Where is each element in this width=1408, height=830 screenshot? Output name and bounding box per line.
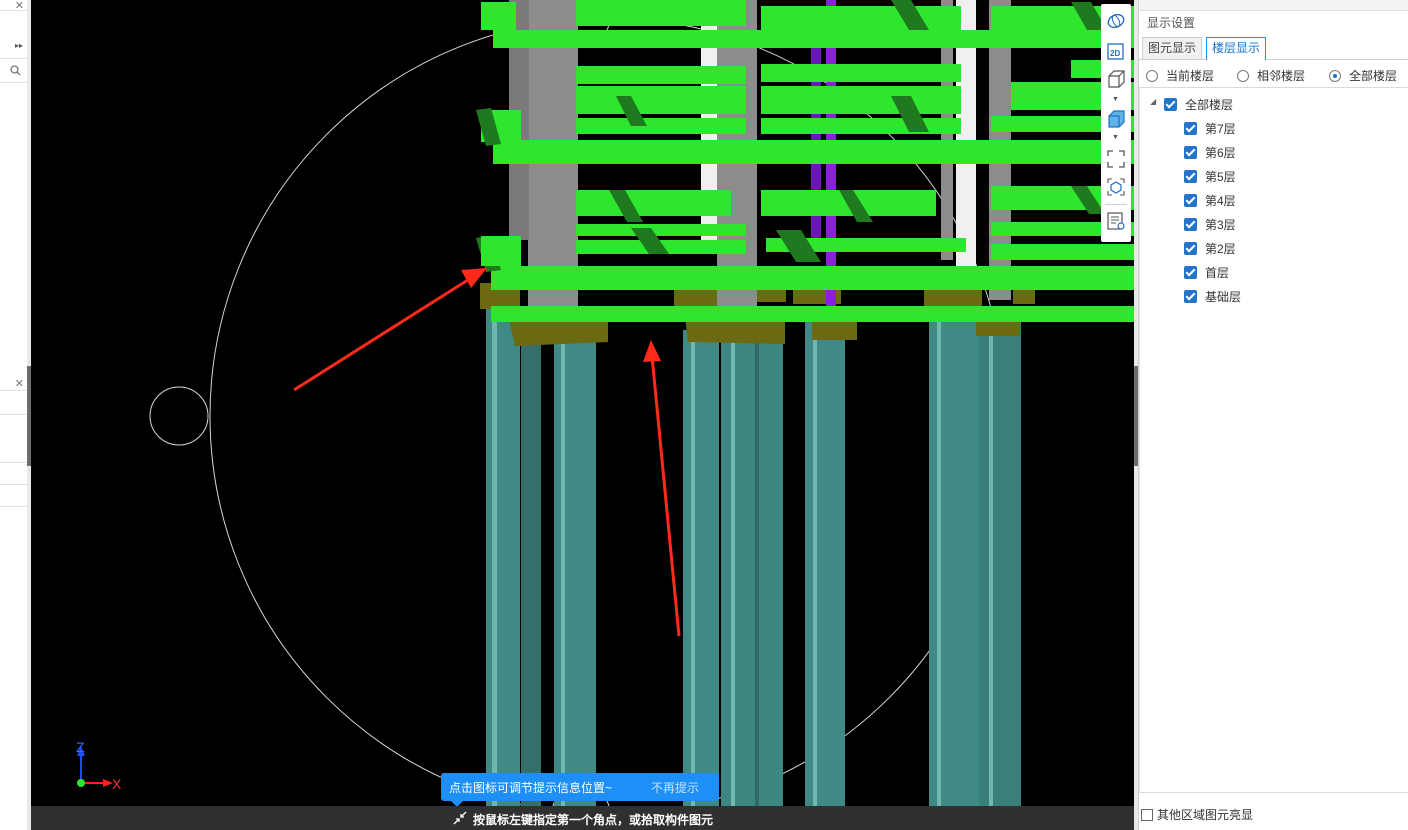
left-dock-panel: ✕ ▸▸ ✕ [0, 0, 28, 830]
tree-node-all-floors[interactable]: 全部楼层 [1164, 95, 1233, 113]
panel-title: 显示设置 [1147, 16, 1196, 30]
chevron-down-icon[interactable]: ▼ [1112, 134, 1119, 141]
tree-node-label: 第6层 [1205, 145, 1236, 160]
radio-dot-selected[interactable] [1329, 69, 1341, 82]
checkbox-checked[interactable] [1184, 193, 1197, 207]
piles [486, 300, 1021, 830]
floor-tree: ◢ 全部楼层 第7层 第6层 第5层 第4层 第3层 第2层 首层 基础层 [1139, 89, 1408, 793]
tree-node-label: 全部楼层 [1185, 97, 1234, 112]
radio-label: 当前楼层 [1166, 69, 1215, 83]
dynamic-observe-icon[interactable] [1105, 10, 1127, 32]
svg-text:2D: 2D [1110, 49, 1120, 58]
radio-current-floor[interactable]: 当前楼层 [1146, 67, 1214, 84]
tree-node-floor[interactable]: 第7层 [1184, 119, 1236, 137]
axis-x-label: X [112, 776, 122, 792]
tree-node-floor[interactable]: 第3层 [1184, 215, 1236, 233]
panel-top-strip [1139, 0, 1408, 11]
checkbox-checked[interactable] [1184, 265, 1197, 279]
dont-show-again-link[interactable]: 不再提示 [651, 779, 699, 796]
checkbox-checked[interactable] [1184, 145, 1197, 159]
radio-adjacent-floors[interactable]: 相邻楼层 [1237, 67, 1305, 84]
tip-message: 点击图标可调节提示信息位置~ [449, 781, 613, 795]
left-panel-header: ✕ [0, 0, 27, 12]
tree-node-floor[interactable]: 第6层 [1184, 143, 1236, 161]
checkbox-checked[interactable] [1184, 289, 1197, 303]
display-settings-panel: 显示设置 图元显示 楼层显示 当前楼层 相邻楼层 全部楼层 ◢ 全部楼层 第7层 [1138, 0, 1408, 830]
checkbox-checked[interactable] [1184, 217, 1197, 231]
tab-floor-display[interactable]: 楼层显示 [1206, 37, 1267, 60]
checkbox-checked[interactable] [1184, 121, 1197, 135]
left-panel-search[interactable] [0, 60, 27, 83]
left-panel-row[interactable]: ▸▸ [0, 36, 27, 59]
floor-mode-radio-group: 当前楼层 相邻楼层 全部楼层 [1139, 62, 1408, 88]
left-panel-header-2: ✕ [0, 378, 27, 391]
orbit-circle[interactable] [209, 17, 1007, 815]
left-panel-row[interactable] [0, 392, 27, 415]
tree-node-label: 第7层 [1205, 121, 1236, 136]
tree-node-floor[interactable]: 第2层 [1184, 239, 1236, 257]
tab-element-display[interactable]: 图元显示 [1142, 37, 1203, 59]
status-hint-text: 按鼠标左键指定第一个角点，或拾取构件图元 [473, 813, 714, 827]
search-icon[interactable] [10, 65, 21, 76]
tree-node-label: 第2层 [1205, 241, 1236, 256]
checkbox-checked[interactable] [1184, 169, 1197, 183]
tree-node-label: 第5层 [1205, 169, 1236, 184]
left-panel-row[interactable] [0, 462, 27, 485]
checkbox-checked[interactable] [1184, 241, 1197, 255]
close-icon[interactable]: ✕ [15, 0, 24, 12]
collapse-arrows-icon[interactable] [452, 810, 468, 826]
shaded-box-icon[interactable] [1105, 108, 1127, 130]
tree-expand-icon[interactable]: ◢ [1150, 97, 1156, 106]
tree-node-floor[interactable]: 第4层 [1184, 191, 1236, 209]
checkbox-checked[interactable] [1164, 97, 1177, 111]
radio-label: 全部楼层 [1349, 69, 1398, 83]
3d-box-icon[interactable] [1105, 68, 1127, 90]
tree-node-label: 第3层 [1205, 217, 1236, 232]
checkbox-label: 其他区域图元亮显 [1157, 808, 1254, 822]
tree-node-floor[interactable]: 第5层 [1184, 167, 1236, 185]
3d-viewport[interactable]: Z X 2D ▼ ▼ [31, 0, 1134, 830]
left-panel-row[interactable] [0, 484, 27, 507]
close-icon[interactable]: ✕ [15, 377, 24, 390]
radio-label: 相邻楼层 [1257, 69, 1306, 83]
chevron-down-icon[interactable]: ▼ [1112, 96, 1119, 103]
status-hint-bar: 按鼠标左键指定第一个角点，或拾取构件图元 [31, 806, 1134, 830]
other-region-highlight-checkbox[interactable]: 其他区域图元亮显 [1141, 806, 1253, 823]
radio-all-floors[interactable]: 全部楼层 [1329, 67, 1397, 84]
tree-node-floor[interactable]: 首层 [1184, 263, 1229, 281]
building-model-scene[interactable]: Z X [31, 0, 1134, 830]
left-panel-row[interactable] [0, 440, 27, 463]
tree-node-label: 首层 [1205, 265, 1230, 280]
orbit-handle-left[interactable] [149, 386, 209, 446]
view-toolbar: 2D ▼ ▼ [1101, 4, 1131, 242]
tab-strip: 图元显示 楼层显示 [1139, 36, 1408, 60]
tree-node-label: 第4层 [1205, 193, 1236, 208]
expand-arrows-icon[interactable]: ▸▸ [15, 41, 23, 50]
radio-dot[interactable] [1237, 69, 1249, 82]
tip-bubble[interactable]: 点击图标可调节提示信息位置~ 不再提示 [441, 773, 719, 807]
radio-dot[interactable] [1146, 69, 1158, 82]
axis-z-label: Z [76, 739, 85, 755]
locate-view-icon[interactable] [1105, 176, 1127, 198]
axis-gizmo: Z X [76, 739, 122, 792]
2d-view-icon[interactable]: 2D [1105, 40, 1127, 62]
tree-node-label: 基础层 [1205, 289, 1242, 304]
checkbox-unchecked[interactable] [1141, 808, 1153, 821]
fullscreen-icon[interactable] [1105, 148, 1127, 170]
toolbar-divider [1105, 204, 1127, 205]
tree-node-floor[interactable]: 基础层 [1184, 287, 1241, 305]
display-settings-icon[interactable] [1105, 210, 1127, 232]
